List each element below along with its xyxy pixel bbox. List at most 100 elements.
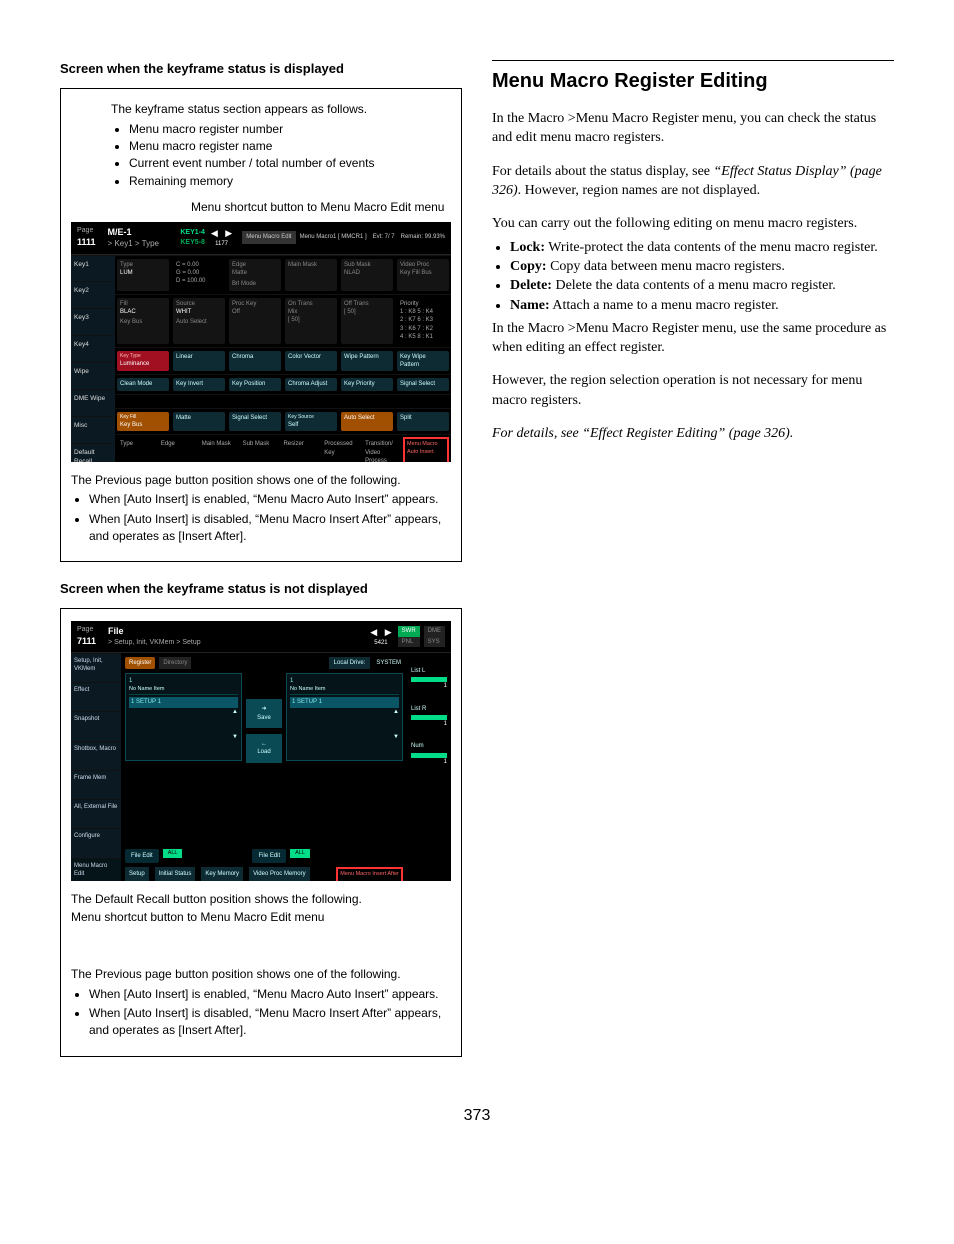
side-item[interactable]: Frame Mem	[71, 770, 121, 799]
cell[interactable]: Signal Select	[229, 412, 281, 431]
system-label: SYSTEM	[374, 657, 403, 669]
save-button[interactable]: ➜Save	[246, 699, 282, 728]
cell[interactable]: EdgeMatteBrl Mode	[229, 259, 281, 291]
row-label[interactable]: Misc	[71, 416, 115, 443]
cell[interactable]: Key Wipe Pattern	[397, 351, 449, 372]
cell[interactable]: TypeLUM	[117, 259, 169, 291]
rside-list-r[interactable]: List R1	[411, 705, 447, 729]
cell[interactable]: Sub MaskNLAD	[341, 259, 393, 291]
list-item: Name: Attach a name to a menu macro regi…	[510, 296, 894, 315]
row-label[interactable]: Key1	[71, 255, 115, 282]
side-item[interactable]: Setup, Init, VKMem	[71, 653, 121, 682]
cell[interactable]: On TransMix[ 50]	[285, 298, 337, 344]
intro-bullet: Current event number / total number of e…	[129, 155, 451, 172]
caption: Menu shortcut button to Menu Macro Edit …	[71, 909, 451, 926]
cell[interactable]: Resizer	[280, 438, 317, 461]
intro-bullet: Remaining memory	[129, 173, 451, 190]
cell[interactable]: Wipe Pattern	[341, 351, 393, 372]
side-item-menu-macro-edit[interactable]: Menu Macro Edit	[71, 858, 121, 882]
cell[interactable]: Clean Mode	[117, 378, 169, 390]
cell[interactable]: Chroma Adjust	[285, 378, 337, 390]
directory-button[interactable]: Directory	[159, 657, 191, 669]
row-label[interactable]: Key4	[71, 335, 115, 362]
bot-cell[interactable]: Key Memory	[201, 867, 243, 881]
event-count: Evt: 7/ 7	[373, 233, 395, 241]
side-item[interactable]: Configure	[71, 828, 121, 857]
menu-macro-edit-button[interactable]: Menu Macro Edit	[242, 231, 295, 243]
menu-macro-auto-insert-button[interactable]: Menu Macro Auto Insert	[403, 437, 449, 461]
row-label[interactable]: DME Wipe	[71, 389, 115, 416]
cell[interactable]: Sub Mask	[240, 438, 277, 461]
ui-header: Page 7111 File > Setup, Init, VKMem > Se…	[71, 621, 451, 652]
side-item[interactable]: Effect	[71, 682, 121, 711]
key-tab-1[interactable]: KEY1-4	[180, 228, 205, 238]
all-button[interactable]: ALL	[163, 849, 183, 859]
file-edit-button[interactable]: File Edit	[125, 849, 159, 863]
tab-pnl[interactable]: PNL	[398, 637, 420, 647]
cell[interactable]: Key Priority	[341, 378, 393, 390]
shortcut-caption: Menu shortcut button to Menu Macro Edit …	[191, 200, 451, 216]
cell[interactable]: Color Vector	[285, 351, 337, 372]
ui-header: Page 1111 M/E-1 > Key1 > Type KEY1-4 KEY…	[71, 222, 451, 255]
page-number: 1111	[77, 236, 96, 249]
cell[interactable]: Linear	[173, 351, 225, 372]
register-button[interactable]: Register	[125, 657, 155, 669]
side-item[interactable]: All, External File	[71, 799, 121, 828]
article-title: Menu Macro Register Editing	[492, 67, 894, 95]
cell[interactable]: Video ProcKey Fill Bus	[397, 259, 449, 291]
cell[interactable]: Signal Select	[397, 378, 449, 390]
cell[interactable]: Type	[117, 438, 154, 461]
intro-text: The keyframe status section appears as f…	[111, 101, 451, 118]
right-panel[interactable]: 1 No Name Item 1 SETUP 1 ▲▼	[286, 673, 403, 761]
cell[interactable]: Key SourceSelf	[285, 412, 337, 431]
cell[interactable]: Key FillKey Bus	[117, 412, 169, 431]
local-drive[interactable]: Local Drive:	[329, 657, 371, 669]
row-label[interactable]: Wipe	[71, 362, 115, 389]
bot-cell[interactable]: Setup	[125, 867, 149, 881]
after-bullet: When [Auto Insert] is disabled, “Menu Ma…	[89, 1005, 451, 1040]
tab-swr[interactable]: SWR	[398, 626, 420, 636]
row-label[interactable]: Key3	[71, 308, 115, 335]
nav-arrows[interactable]: ◀ ▶1177	[211, 227, 232, 248]
tab-dme[interactable]: DME	[424, 626, 445, 636]
side-item[interactable]: Shotbox, Macro	[71, 741, 121, 770]
cell[interactable]: Main Mask	[199, 438, 236, 461]
breadcrumb: > Setup, Init, VKMem > Setup	[108, 638, 201, 648]
row-label[interactable]: Default Recall	[71, 443, 115, 461]
cell[interactable]: Key Position	[229, 378, 281, 390]
menu-macro-insert-after-button[interactable]: Menu Macro Insert After	[336, 867, 403, 881]
cell[interactable]: Main Mask	[285, 259, 337, 291]
bot-cell[interactable]: Video Proc Memory	[249, 867, 310, 881]
after-bullet: When [Auto Insert] is disabled, “Menu Ma…	[89, 511, 451, 546]
cell[interactable]: Auto Select	[341, 412, 393, 431]
key-tab-2[interactable]: KEY5-8	[180, 238, 205, 248]
tab-sys[interactable]: SYS	[424, 637, 445, 647]
cell[interactable]: Transition/ Video Process	[362, 438, 399, 461]
cell[interactable]: SourceWHITAuto Select	[173, 298, 225, 344]
load-button[interactable]: ←Load	[246, 734, 282, 763]
cell[interactable]: Key TypeLuminance	[117, 351, 169, 372]
cell[interactable]: Edge	[158, 438, 195, 461]
cell[interactable]: Processed Key	[321, 438, 358, 461]
after-bullet: When [Auto Insert] is enabled, “Menu Mac…	[89, 986, 451, 1003]
cell[interactable]: Proc KeyOff	[229, 298, 281, 344]
rside-list-l[interactable]: List L1	[411, 667, 447, 691]
cell[interactable]: Off Trans[ 50]	[341, 298, 393, 344]
left-panel[interactable]: 1 No Name Item 1 SETUP 1 ▲▼	[125, 673, 242, 761]
cell[interactable]: Key Invert	[173, 378, 225, 390]
panel-row[interactable]: 1 SETUP 1	[290, 697, 399, 707]
side-item[interactable]: Snapshot	[71, 711, 121, 740]
cell[interactable]: Split	[397, 412, 449, 431]
cell[interactable]: Chroma	[229, 351, 281, 372]
cell[interactable]: Matte	[173, 412, 225, 431]
row-label[interactable]: Key2	[71, 281, 115, 308]
bot-cell[interactable]: Initial Status	[155, 867, 196, 881]
intro-bullet: Menu macro register name	[129, 138, 451, 155]
panel-row[interactable]: 1 SETUP 1	[129, 697, 238, 707]
file-edit-button[interactable]: File Edit	[252, 849, 286, 863]
nav-arrows[interactable]: ◀ ▶5421	[370, 626, 391, 647]
all-button[interactable]: ALL	[290, 849, 310, 859]
cell[interactable]: FillBLACKey Bus	[117, 298, 169, 344]
rside-num[interactable]: Num1	[411, 742, 447, 766]
figure-keyframe-displayed: The keyframe status section appears as f…	[60, 88, 462, 562]
